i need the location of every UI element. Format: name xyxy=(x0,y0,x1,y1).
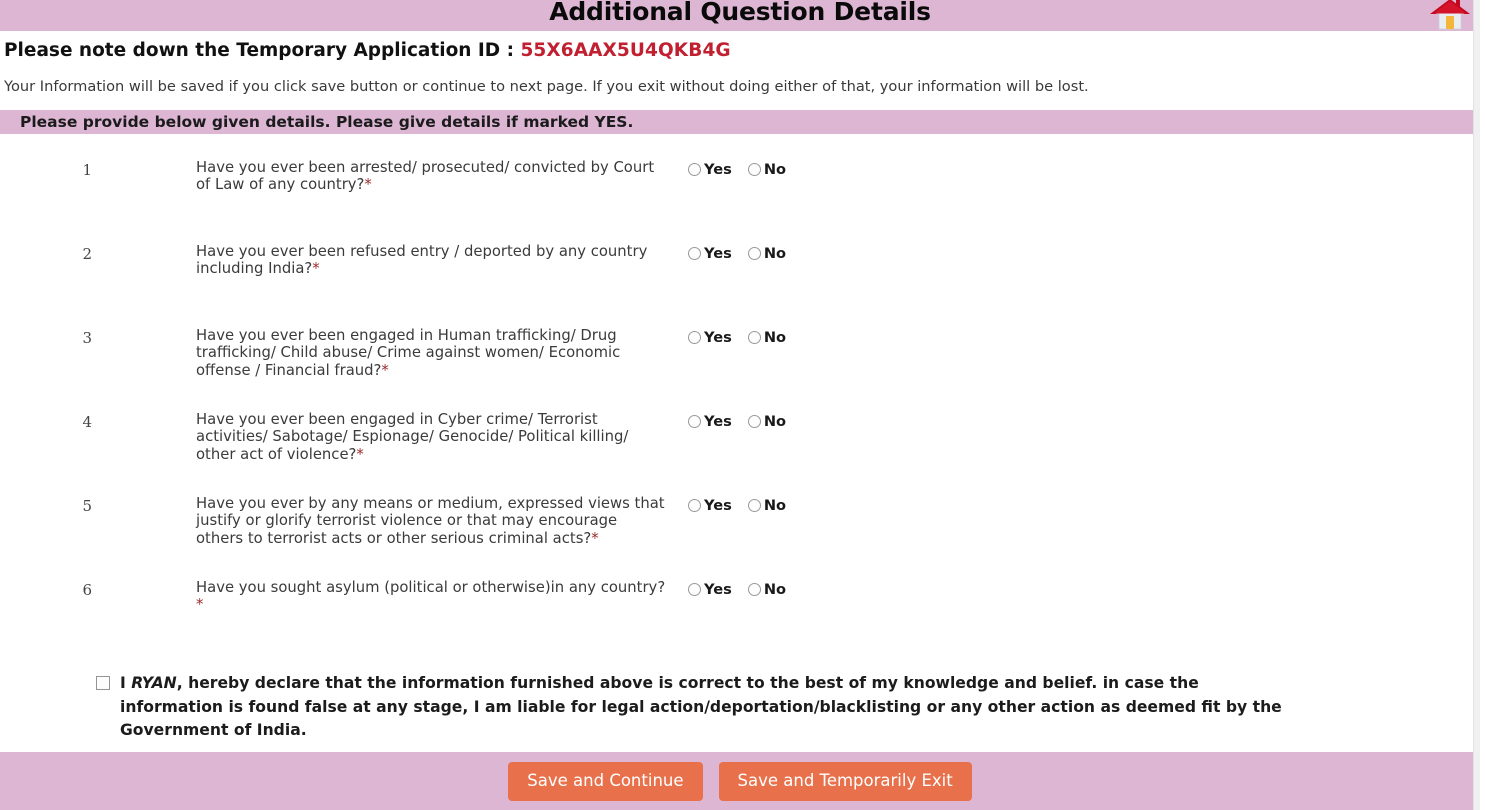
radio-no-input[interactable] xyxy=(747,499,761,512)
radio-yes-label: Yes xyxy=(704,581,732,598)
radio-option-yes[interactable]: Yes xyxy=(688,413,732,430)
radio-no-label: No xyxy=(763,329,787,346)
radio-no-input[interactable] xyxy=(747,583,761,596)
home-icon[interactable] xyxy=(1428,0,1472,31)
question-options: Yes No xyxy=(688,579,802,614)
question-row-2: 2 Have you ever been refused entry / dep… xyxy=(0,243,1480,278)
question-text-content: Have you ever been engaged in Cyber crim… xyxy=(196,411,629,463)
question-row-1: 1 Have you ever been arrested/ prosecute… xyxy=(0,159,1480,194)
radio-no-label: No xyxy=(763,413,787,430)
application-id-line: Please note down the Temporary Applicati… xyxy=(0,31,1480,61)
declaration-block: I RYAN, hereby declare that the informat… xyxy=(96,672,1286,743)
vertical-scrollbar[interactable] xyxy=(1473,0,1480,810)
declaration-applicant-name: RYAN xyxy=(131,674,177,692)
radio-yes-label: Yes xyxy=(704,161,732,178)
radio-option-yes[interactable]: Yes xyxy=(688,581,732,598)
question-options: Yes No xyxy=(688,411,802,463)
radio-option-no[interactable]: No xyxy=(747,581,787,598)
question-number: 2 xyxy=(82,245,92,263)
save-and-temporarily-exit-button[interactable]: Save and Temporarily Exit xyxy=(718,761,972,801)
question-text: Have you ever been engaged in Cyber crim… xyxy=(196,411,666,463)
radio-no-input[interactable] xyxy=(747,415,761,428)
radio-yes-input[interactable] xyxy=(688,247,701,260)
required-asterisk: * xyxy=(364,176,372,194)
application-id-value: 55X6AAX5U4QKB4G xyxy=(520,40,731,61)
declaration-body: , hereby declare that the information fu… xyxy=(120,674,1282,739)
radio-yes-label: Yes xyxy=(704,245,732,262)
question-text: Have you ever been refused entry / depor… xyxy=(196,243,666,278)
question-number: 5 xyxy=(82,497,92,515)
section-header-text: Please provide below given details. Plea… xyxy=(20,113,634,131)
radio-yes-input[interactable] xyxy=(688,163,701,176)
declaration-prefix: I xyxy=(120,674,132,692)
question-row-6: 6 Have you sought asylum (political or o… xyxy=(0,579,1480,614)
declaration-text: I RYAN, hereby declare that the informat… xyxy=(120,672,1286,743)
question-text: Have you ever by any means or medium, ex… xyxy=(196,495,666,547)
radio-no-input[interactable] xyxy=(747,247,761,260)
radio-no-label: No xyxy=(763,497,787,514)
radio-option-no[interactable]: No xyxy=(747,329,787,346)
radio-yes-label: Yes xyxy=(704,413,732,430)
question-options: Yes No xyxy=(688,159,802,194)
required-asterisk: * xyxy=(196,596,204,614)
question-text: Have you sought asylum (political or oth… xyxy=(196,579,666,614)
question-text: Have you ever been arrested/ prosecuted/… xyxy=(196,159,666,194)
radio-no-input[interactable] xyxy=(747,163,761,176)
section-header-bar: Please provide below given details. Plea… xyxy=(0,110,1480,134)
save-and-continue-button[interactable]: Save and Continue xyxy=(508,761,703,801)
question-text-content: Have you ever been engaged in Human traf… xyxy=(196,327,621,379)
required-asterisk: * xyxy=(312,260,320,278)
radio-option-yes[interactable]: Yes xyxy=(688,329,732,346)
question-options: Yes No xyxy=(688,495,802,547)
radio-option-yes[interactable]: Yes xyxy=(688,245,732,262)
radio-option-no[interactable]: No xyxy=(747,413,787,430)
footer-action-bar: Save and Continue Save and Temporarily E… xyxy=(0,752,1480,810)
radio-yes-input[interactable] xyxy=(688,499,701,512)
radio-no-input[interactable] xyxy=(747,331,761,344)
question-row-5: 5 Have you ever by any means or medium, … xyxy=(0,495,1480,547)
radio-no-label: No xyxy=(763,581,787,598)
radio-option-yes[interactable]: Yes xyxy=(688,161,732,178)
question-text: Have you ever been engaged in Human traf… xyxy=(196,327,666,379)
radio-option-yes[interactable]: Yes xyxy=(688,497,732,514)
question-options: Yes No xyxy=(688,243,802,278)
question-number: 3 xyxy=(82,329,92,347)
page-title: Additional Question Details xyxy=(549,0,931,26)
questions-list: 1 Have you ever been arrested/ prosecute… xyxy=(0,134,1480,634)
question-number: 1 xyxy=(82,161,92,179)
radio-no-label: No xyxy=(763,161,787,178)
radio-no-label: No xyxy=(763,245,787,262)
required-asterisk: * xyxy=(356,445,364,463)
required-asterisk: * xyxy=(381,361,389,379)
radio-yes-input[interactable] xyxy=(688,583,701,596)
question-row-4: 4 Have you ever been engaged in Cyber cr… xyxy=(0,411,1480,463)
question-row-3: 3 Have you ever been engaged in Human tr… xyxy=(0,327,1480,379)
required-asterisk: * xyxy=(591,529,599,547)
radio-yes-label: Yes xyxy=(704,497,732,514)
question-text-content: Have you ever been refused entry / depor… xyxy=(196,243,648,278)
radio-option-no[interactable]: No xyxy=(747,497,787,514)
radio-yes-input[interactable] xyxy=(688,415,701,428)
page-root: Additional Question Details Please note … xyxy=(0,0,1480,810)
radio-option-no[interactable]: No xyxy=(747,161,787,178)
radio-yes-input[interactable] xyxy=(688,331,701,344)
question-options: Yes No xyxy=(688,327,802,379)
declaration-checkbox[interactable] xyxy=(96,676,110,690)
question-number: 4 xyxy=(82,413,92,431)
radio-option-no[interactable]: No xyxy=(747,245,787,262)
question-number: 6 xyxy=(82,581,92,599)
radio-yes-label: Yes xyxy=(704,329,732,346)
save-notice-text: Your Information will be saved if you cl… xyxy=(4,78,1089,95)
page-title-bar: Additional Question Details xyxy=(0,0,1480,31)
question-text-content: Have you ever been arrested/ prosecuted/… xyxy=(196,159,655,194)
application-id-label: Please note down the Temporary Applicati… xyxy=(4,40,521,61)
question-text-content: Have you sought asylum (political or oth… xyxy=(196,579,666,596)
